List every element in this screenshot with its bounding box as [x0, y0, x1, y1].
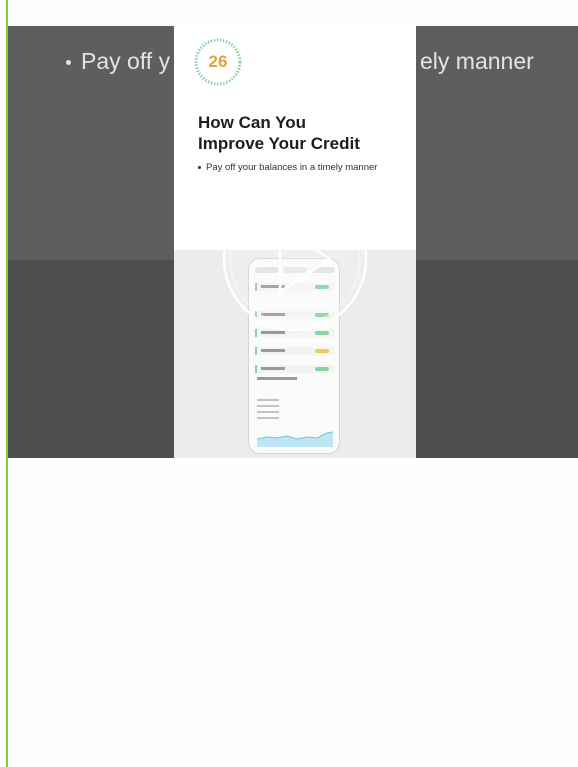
phone-legend-item [257, 417, 279, 419]
play-icon[interactable] [222, 186, 368, 332]
blurred-background-text-right: ely manner [420, 48, 534, 74]
thumbnail-title: How Can You Improve Your Credit [198, 113, 360, 153]
phone-section-heading [257, 377, 297, 380]
phone-legend-item [257, 411, 279, 413]
blurred-background-text-left: Pay off y [66, 48, 170, 75]
phone-row [255, 347, 335, 355]
thumbnail-bullet: Pay off your balances in a timely manner [198, 162, 377, 173]
phone-legend-item [257, 399, 279, 401]
credit-score-value: 26 [208, 52, 228, 71]
phone-row [255, 365, 335, 373]
phone-area-chart [257, 431, 333, 447]
phone-legend-item [257, 405, 279, 407]
